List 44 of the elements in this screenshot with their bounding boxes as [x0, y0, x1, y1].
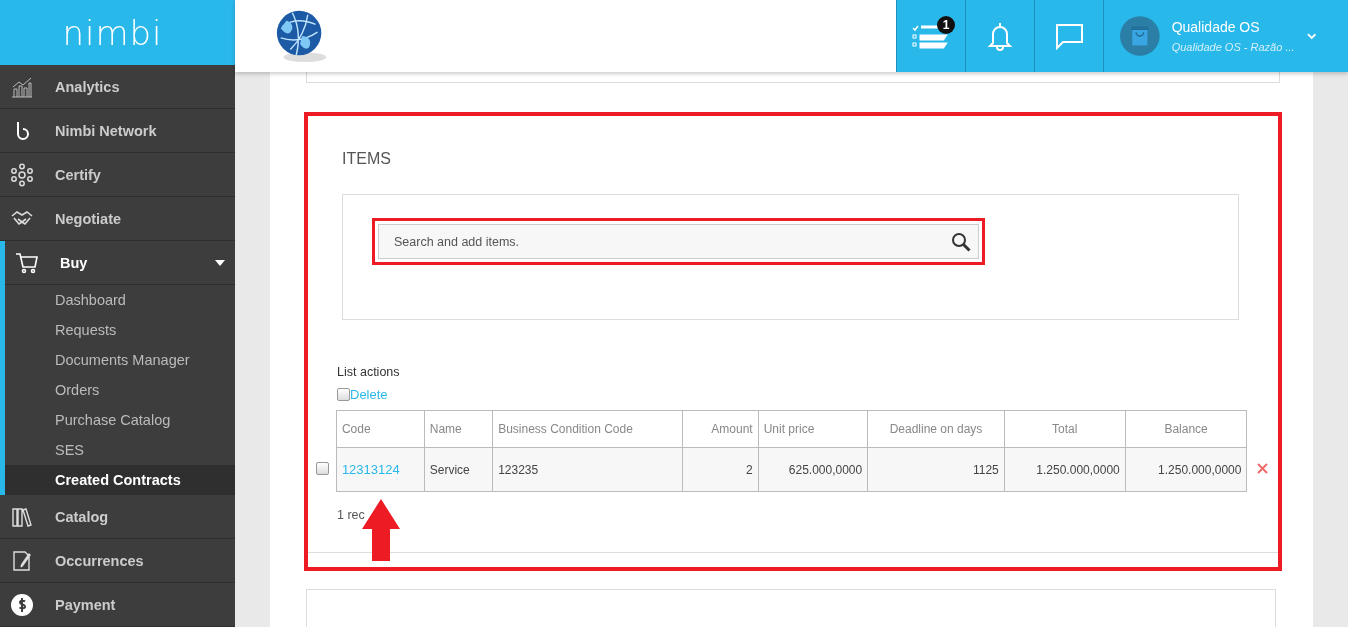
- table-cell: 123235: [492, 447, 683, 492]
- column-header: Code: [336, 410, 425, 448]
- column-header: Total: [1004, 410, 1126, 448]
- sidebar-item[interactable]: Certify: [0, 153, 235, 197]
- sidebar-item[interactable]: Analytics: [0, 65, 235, 109]
- dollar-icon: [10, 592, 34, 617]
- cart-icon: [15, 250, 39, 275]
- row-checkbox[interactable]: [316, 461, 330, 475]
- column-header: Name: [424, 410, 493, 448]
- search-field[interactable]: Search and add items.: [378, 224, 979, 259]
- submenu-item[interactable]: Created Contracts: [5, 465, 235, 495]
- column-header: Amount: [682, 410, 759, 448]
- column-header: Balance: [1125, 410, 1247, 448]
- chat-icon: [1054, 22, 1084, 50]
- bell-icon: [987, 21, 1013, 51]
- column-header: Deadline on days: [867, 410, 1005, 448]
- submenu-item[interactable]: Orders: [5, 375, 235, 405]
- search-icon: [951, 232, 971, 252]
- column-header: Unit price: [758, 410, 868, 448]
- record-count: 1 rec: [337, 508, 366, 522]
- list-actions-label: List actions: [337, 365, 401, 379]
- table-cell: Service: [424, 447, 493, 492]
- chevron-down-icon: [1306, 32, 1316, 40]
- submenu-item[interactable]: Requests: [5, 315, 235, 345]
- table-cell: 2: [682, 447, 759, 492]
- user-name: Qualidade OS: [1171, 19, 1261, 35]
- notification-badge: 1: [937, 16, 955, 34]
- avatar-icon: [1120, 15, 1160, 57]
- table-cell: 1.250.000,0000: [1125, 447, 1247, 492]
- submenu-item[interactable]: Purchase Catalog: [5, 405, 235, 435]
- network-icon: [10, 162, 34, 187]
- remove-icon[interactable]: [1257, 462, 1269, 474]
- column-header: Business Condition Code: [492, 410, 683, 448]
- table-cell: 625.000,0000: [758, 447, 868, 492]
- table-cell: 1125: [867, 447, 1005, 492]
- submenu-item[interactable]: SES: [5, 435, 235, 465]
- submenu-item[interactable]: Dashboard: [5, 285, 235, 315]
- table-cell: 1.250.000,0000: [1004, 447, 1126, 492]
- checkbox[interactable]: [337, 388, 350, 401]
- submenu-item[interactable]: Documents Manager: [5, 345, 235, 375]
- sidebar-item[interactable]: Payment: [0, 583, 235, 627]
- section-title: ITEMS: [342, 150, 392, 169]
- sidebar-item[interactable]: Catalog: [0, 495, 235, 539]
- company-name: Qualidade OS - Razão ...: [1171, 41, 1295, 53]
